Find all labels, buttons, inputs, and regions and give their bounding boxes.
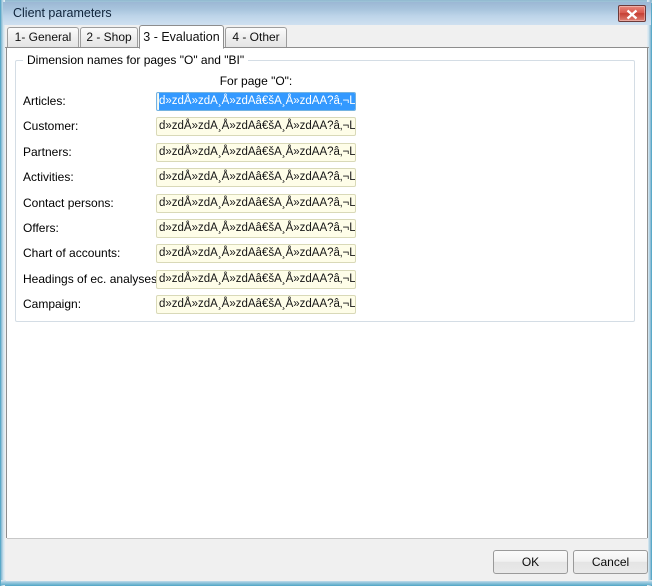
input-partners[interactable]: d»zdÅ»zdA¸Å»zdAâ€šA¸Å»zdAA?â‚¬L?Aż: [156, 143, 356, 162]
label-contact-persons: Contact persons:: [23, 196, 114, 210]
dialog-window: Client parameters 1- General 2 - Shop 3 - …: [0, 0, 652, 586]
input-chart-of-accounts[interactable]: d»zdÅ»zdA¸Å»zdAâ€šA¸Å»zdAA?â‚¬L?Aż: [156, 244, 356, 263]
input-contact-persons[interactable]: d»zdÅ»zdA¸Å»zdAâ€šA¸Å»zdAA?â‚¬L?Aż: [156, 194, 356, 213]
window-frame-left: [1, 0, 5, 586]
ok-button[interactable]: OK: [493, 550, 568, 574]
close-x-icon: [626, 9, 638, 20]
input-value-offers: d»zdÅ»zdA¸Å»zdAâ€šA¸Å»zdAA?â‚¬L?Aż: [159, 222, 356, 234]
label-articles: Articles:: [23, 94, 66, 108]
input-activities[interactable]: d»zdÅ»zdA¸Å»zdAâ€šA¸Å»zdAA?â‚¬L?Aż: [156, 168, 356, 187]
label-partners: Partners:: [23, 145, 72, 159]
window-title: Client parameters: [13, 6, 112, 20]
input-value-customer: d»zdÅ»zdA¸Å»zdAâ€šA¸Å»zdAA?â‚¬L?Aż: [159, 120, 356, 132]
label-campaign: Campaign:: [23, 297, 82, 311]
cancel-button[interactable]: Cancel: [573, 550, 648, 574]
label-chart-of-accounts: Chart of accounts:: [23, 246, 121, 260]
input-campaign[interactable]: d»zdÅ»zdA¸Å»zdAâ€šA¸Å»zdAA?â‚¬L?Aż: [156, 295, 356, 314]
tab-strip: 1- General 2 - Shop 3 - Evaluation 4 - Othe…: [5, 25, 649, 49]
input-customer[interactable]: d»zdÅ»zdA¸Å»zdAâ€šA¸Å»zdAA?â‚¬L?Aż: [156, 117, 356, 136]
tab-1-general[interactable]: 1- General: [7, 27, 79, 48]
dialog-footer: OK Cancel: [6, 539, 648, 581]
title-bar[interactable]: Client parameters: [3, 2, 651, 25]
input-offers[interactable]: d»zdÅ»zdA¸Å»zdAâ€šA¸Å»zdAA?â‚¬L?Aż: [156, 219, 356, 238]
column-header-for-page-o: For page "O":: [219, 74, 293, 88]
label-activities: Activities:: [23, 170, 74, 184]
input-value-headings-of-ec-analyses: d»zdÅ»zdA¸Å»zdAâ€šA¸Å»zdAA?â‚¬L?Aż: [159, 273, 356, 285]
input-value-activities: d»zdÅ»zdA¸Å»zdAâ€šA¸Å»zdAA?â‚¬L?Aż: [159, 171, 356, 183]
input-headings-of-ec-analyses[interactable]: d»zdÅ»zdA¸Å»zdAâ€šA¸Å»zdAA?â‚¬L?Aż: [156, 270, 356, 289]
tab-2-shop[interactable]: 2 - Shop: [80, 27, 138, 48]
footer-separator: [7, 538, 647, 539]
label-customer: Customer:: [23, 119, 79, 133]
tab-3-evaluation[interactable]: 3 - Evaluation: [139, 25, 224, 49]
groupbox-caption: Dimension names for pages "O" and "BI": [23, 53, 249, 67]
input-value-campaign: d»zdÅ»zdA¸Å»zdAâ€šA¸Å»zdAA?â‚¬L?Aż: [159, 298, 356, 310]
label-headings-of-ec-analyses: Headings of ec. analyses:: [23, 272, 161, 286]
input-value-chart-of-accounts: d»zdÅ»zdA¸Å»zdAâ€šA¸Å»zdAA?â‚¬L?Aż: [159, 247, 356, 259]
tab-4-other[interactable]: 4 - Other: [225, 27, 287, 48]
close-button[interactable]: [618, 5, 646, 22]
input-value-contact-persons: d»zdÅ»zdA¸Å»zdAâ€šA¸Å»zdAA?â‚¬L?Aż: [159, 197, 356, 209]
input-articles[interactable]: d»zdÅ»zdA¸Å»zdAâ€šA¸Å»zdAA?â‚¬L?A: [156, 92, 356, 111]
input-value-articles: d»zdÅ»zdA¸Å»zdAâ€šA¸Å»zdAA?â‚¬L?A: [159, 93, 355, 110]
label-offers: Offers:: [23, 221, 59, 235]
input-value-partners: d»zdÅ»zdA¸Å»zdAâ€šA¸Å»zdAA?â‚¬L?Aż: [159, 146, 356, 158]
